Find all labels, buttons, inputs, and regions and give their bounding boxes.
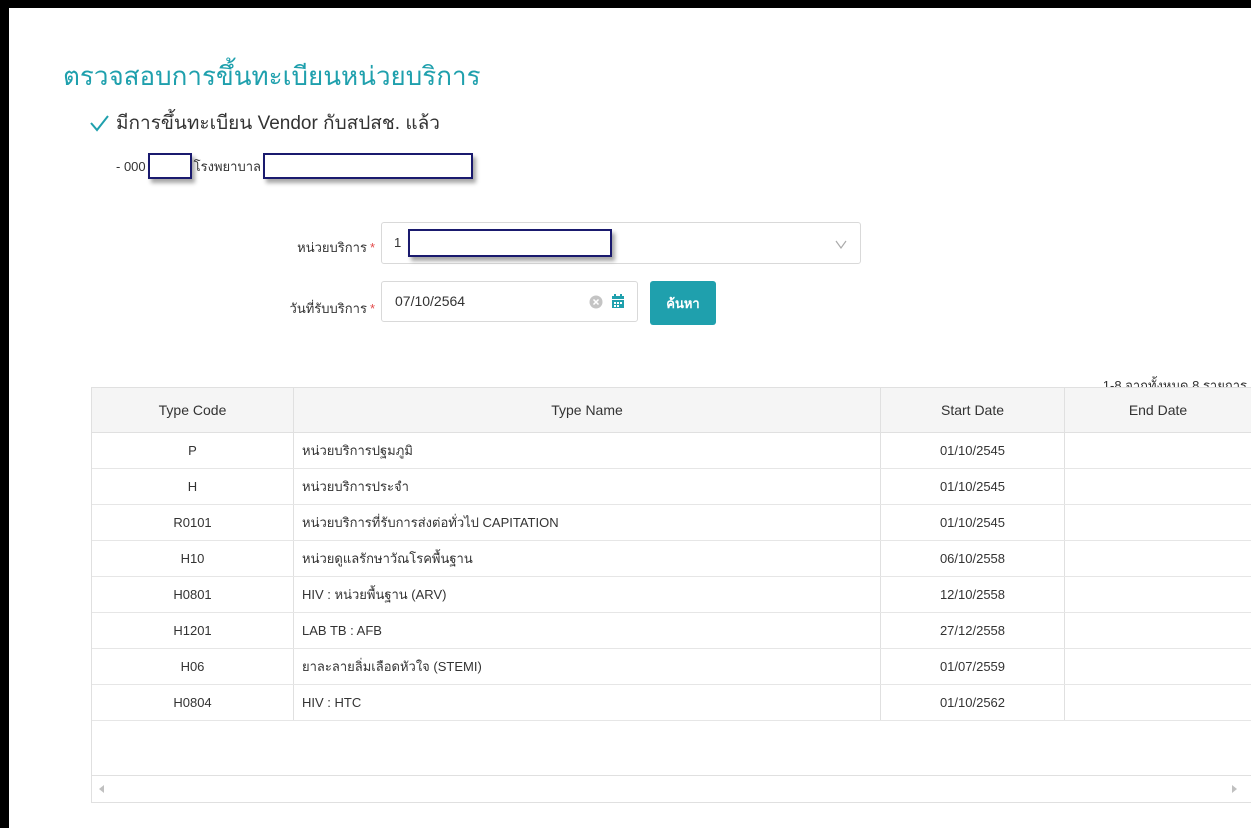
cell-type-name: HIV : HTC [293,684,881,721]
cell-end-date [1064,540,1251,577]
cell-start-date: 06/10/2558 [880,540,1065,577]
search-button[interactable]: ค้นหา [650,281,716,325]
cell-end-date [1064,504,1251,541]
cell-type-name: ยาละลายลิ่มเลือดหัวใจ (STEMI) [293,648,881,685]
cell-type-name: หน่วยบริการที่รับการส่งต่อทั่วไป CAPITAT… [293,504,881,541]
clear-icon[interactable] [589,295,603,309]
cell-type-code: H0804 [92,684,294,721]
screenshot-frame-left [0,0,9,828]
unit-select[interactable]: 1 [381,222,861,264]
table-row[interactable]: H หน่วยบริการประจำ 01/10/2545 [92,468,1251,505]
cell-start-date: 01/10/2545 [880,432,1065,469]
cell-start-date: 01/10/2545 [880,504,1065,541]
header-start-date[interactable]: Start Date [880,388,1065,433]
cell-type-code: H1201 [92,612,294,649]
cell-type-code: H [92,468,294,505]
cell-type-code: H06 [92,648,294,685]
table-row[interactable]: H10 หน่วยดูแลรักษาวัณโรคพื้นฐาน 06/10/25… [92,540,1251,577]
screenshot-frame-top [0,0,1251,8]
cell-type-code: H10 [92,540,294,577]
header-type-code[interactable]: Type Code [92,388,294,433]
cell-start-date: 01/10/2545 [880,468,1065,505]
required-mark: * [369,240,375,255]
table-row[interactable]: R0101 หน่วยบริการที่รับการส่งต่อทั่วไป C… [92,504,1251,541]
cell-start-date: 27/12/2558 [880,612,1065,649]
check-icon [90,115,109,132]
unit-select-value: 1 [394,235,402,250]
date-input[interactable]: 07/10/2564 [381,281,638,322]
header-type-name[interactable]: Type Name [293,388,881,433]
cell-type-name: HIV : หน่วยพื้นฐาน (ARV) [293,576,881,613]
redacted-hospital-name [262,153,473,179]
cell-start-date: 12/10/2558 [880,576,1065,613]
scroll-right-icon[interactable] [1231,785,1237,793]
cell-type-name: หน่วยดูแลรักษาวัณโรคพื้นฐาน [293,540,881,577]
cell-type-name: LAB TB : AFB [293,612,881,649]
unit-label: หน่วยบริการ * [297,240,375,255]
table-row[interactable]: H06 ยาละลายลิ่มเลือดหัวใจ (STEMI) 01/07/… [92,648,1251,685]
header-end-date[interactable]: End Date [1064,388,1251,433]
cell-start-date: 01/07/2559 [880,648,1065,685]
vendor-status-text: มีการขึ้นทะเบียน Vendor กับสปสช. แล้ว [116,113,440,134]
required-mark: * [369,301,375,316]
cell-type-name: หน่วยบริการประจำ [293,468,881,505]
cell-start-date: 01/10/2562 [880,684,1065,721]
table-row[interactable]: H0804 HIV : HTC 01/10/2562 [92,684,1251,721]
page-title: ตรวจสอบการขึ้นทะเบียนหน่วยบริการ [63,61,481,91]
horizontal-scrollbar[interactable] [92,775,1251,802]
cell-end-date [1064,432,1251,469]
org-code-prefix: - 000 [116,158,146,174]
date-label: วันที่รับบริการ * [289,301,375,316]
cell-end-date [1064,468,1251,505]
cell-type-code: H0801 [92,576,294,613]
cell-type-code: R0101 [92,504,294,541]
redacted-code [147,153,192,179]
table-row[interactable]: H1201 LAB TB : AFB 27/12/2558 [92,612,1251,649]
cell-end-date [1064,612,1251,649]
chevron-down-icon [835,240,847,250]
cell-type-name: หน่วยบริการปฐมภูมิ [293,432,881,469]
redacted-unit-name [408,229,612,257]
table-header-row: Type Code Type Name Start Date End Date [92,388,1251,433]
cell-type-code: P [92,432,294,469]
table-row[interactable]: H0801 HIV : หน่วยพื้นฐาน (ARV) 12/10/255… [92,576,1251,613]
scroll-left-icon[interactable] [99,785,105,793]
cell-end-date [1064,648,1251,685]
organization-info: - 000 โรงพยาบาล [116,152,473,180]
results-table: Type Code Type Name Start Date End Date … [91,387,1251,803]
date-input-value: 07/10/2564 [395,293,466,309]
vendor-status: มีการขึ้นทะเบียน Vendor กับสปสช. แล้ว [88,108,440,138]
table-row[interactable]: P หน่วยบริการปฐมภูมิ 01/10/2545 [92,432,1251,469]
cell-end-date [1064,684,1251,721]
calendar-icon[interactable] [611,294,625,309]
org-hospital-label: โรงพยาบาล [193,158,261,174]
cell-end-date [1064,576,1251,613]
